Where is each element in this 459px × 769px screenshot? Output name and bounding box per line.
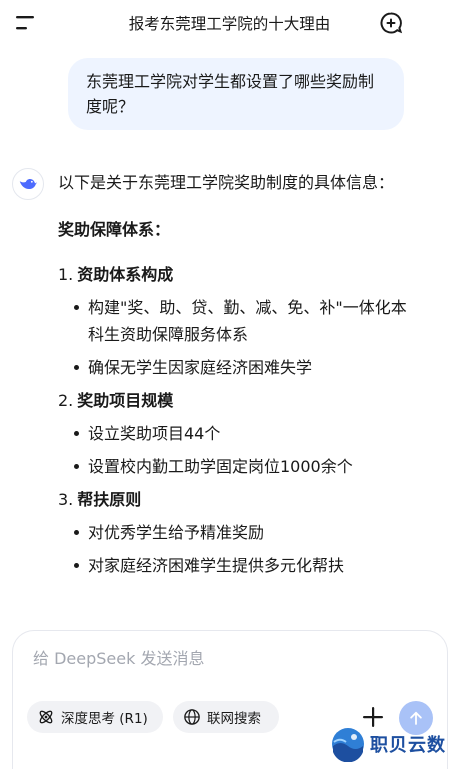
list-item-number: 2. [58,391,74,410]
assistant-avatar [12,168,44,200]
bullet-item: 设立奖助项目44个 [74,420,418,447]
bullet-item: 构建"奖、助、贷、勤、减、免、补"一体化本科生资助保障服务体系 [74,294,418,348]
bullet-list: 设立奖助项目44个 设置校内勤工助学固定岗位1000余个 [58,420,418,480]
bullet-list: 对优秀学生给予精准奖励 对家庭经济困难学生提供多元化帮扶 [58,519,418,579]
list-item-number: 1. [58,265,74,284]
chat-title: 报考东莞理工学院的十大理由 [128,15,331,33]
message-input[interactable] [33,649,413,668]
new-chat-icon[interactable] [379,11,403,35]
list-item-title: 2. 奖助项目规模 [58,387,418,414]
web-search-label: 联网搜索 [207,711,261,727]
bullet-item: 对优秀学生给予精准奖励 [74,519,418,546]
list-item-title-text: 奖助项目规模 [77,391,174,410]
whale-logo-icon [19,179,38,190]
wave-logo-icon [332,728,364,762]
user-message-bubble: 东莞理工学院对学生都设置了哪些奖励制度呢？ [68,58,404,130]
answer-intro: 以下是关于东莞理工学院奖助制度的具体信息： [58,173,395,192]
deepthink-label: 深度思考 (R1) [61,711,148,727]
list-item-title: 3. 帮扶原则 [58,486,418,513]
globe-icon [184,709,200,725]
bullet-item: 设置校内勤工助学固定岗位1000余个 [74,453,418,480]
answer-section-heading: 奖助保障体系： [58,220,171,239]
bullet-item: 对家庭经济困难学生提供多元化帮扶 [74,552,418,579]
menu-icon[interactable] [14,12,38,34]
bullet-item: 确保无学生因家庭经济困难失学 [74,354,418,381]
list-item-number: 3. [58,490,74,509]
list-item-title-text: 帮扶原则 [77,490,142,509]
bullet-list: 构建"奖、助、贷、勤、减、免、补"一体化本科生资助保障服务体系 确保无学生因家庭… [58,294,418,381]
top-bar: 报考东莞理工学院的十大理由 [0,0,459,46]
atom-icon [39,710,53,724]
deepthink-toggle-button[interactable]: 深度思考 (R1) [27,701,163,733]
watermark-text: 职贝云数 [370,735,446,756]
assistant-answer: 以下是关于东莞理工学院奖助制度的具体信息： 奖助保障体系： 1. 资助体系构成 构… [58,169,418,585]
watermark: 职贝云数 [330,724,459,764]
list-item-title: 1. 资助体系构成 [58,261,418,288]
web-search-toggle-button[interactable]: 联网搜索 [173,701,279,733]
list-item-title-text: 资助体系构成 [77,265,174,284]
